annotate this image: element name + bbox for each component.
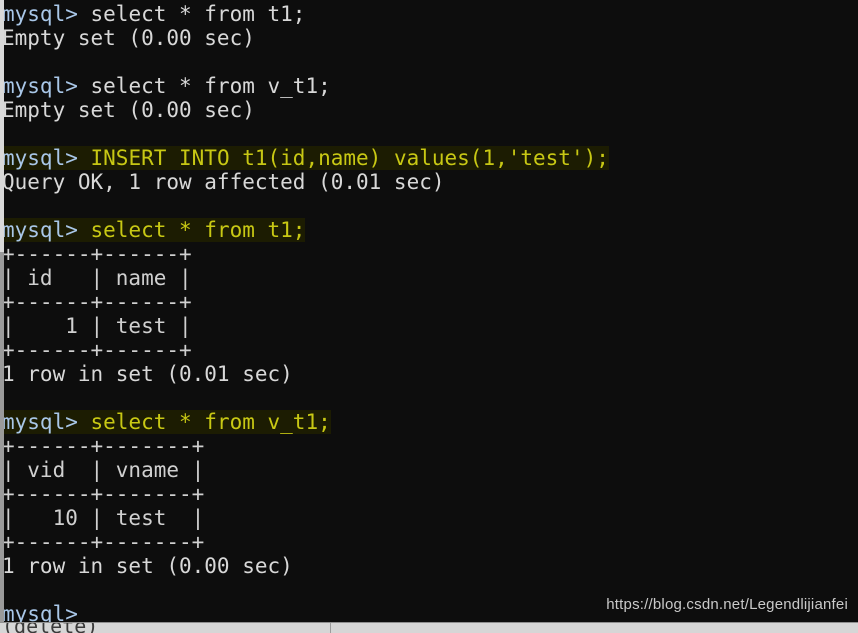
sql-command-text[interactable]: select * from v_t1; bbox=[90, 410, 331, 434]
result-table-line: +------+------+ bbox=[0, 290, 858, 314]
table-row-text: +------+-------+ bbox=[2, 482, 205, 506]
output-text: 1 row in set (0.01 sec) bbox=[2, 362, 293, 386]
result-table-line: +------+------+ bbox=[0, 338, 858, 362]
terminal-command-line: mysql> select * from v_t1; bbox=[0, 74, 858, 98]
terminal-output-line: 1 row in set (0.00 sec) bbox=[0, 554, 858, 578]
vertical-scrollbar[interactable] bbox=[0, 0, 4, 622]
shell-prompt: mysql> bbox=[2, 218, 91, 242]
result-table-line: | vid | vname | bbox=[0, 458, 858, 482]
sql-command-text[interactable]: select * from v_t1; bbox=[91, 74, 331, 98]
output-text: Empty set (0.00 sec) bbox=[2, 98, 255, 122]
bottom-status-bar[interactable]: (delete) bbox=[0, 622, 858, 633]
terminal-output-line: Empty set (0.00 sec) bbox=[0, 26, 858, 50]
output-text: Query OK, 1 row affected (0.01 sec) bbox=[2, 170, 445, 194]
result-table-line: | id | name | bbox=[0, 266, 858, 290]
terminal-output-line: Query OK, 1 row affected (0.01 sec) bbox=[0, 170, 858, 194]
terminal-command-line: mysql> select * from t1; bbox=[0, 2, 858, 26]
sql-command-text[interactable]: select * from t1; bbox=[90, 218, 306, 242]
table-row-text: +------+------+ bbox=[2, 242, 192, 266]
table-row-text: +------+-------+ bbox=[2, 434, 205, 458]
terminal-output-line: Empty set (0.00 sec) bbox=[0, 98, 858, 122]
scrollbar-thumb[interactable] bbox=[0, 0, 4, 252]
status-bar-divider bbox=[330, 623, 331, 633]
result-table-line: | 10 | test | bbox=[0, 506, 858, 530]
table-row-text: | 1 | test | bbox=[2, 314, 192, 338]
result-table-line: +------+-------+ bbox=[0, 530, 858, 554]
terminal-command-line: mysql> select * from v_t1; bbox=[0, 410, 858, 434]
shell-prompt: mysql> bbox=[2, 146, 91, 170]
table-row-text: | 10 | test | bbox=[2, 506, 205, 530]
shell-prompt: mysql> bbox=[2, 410, 91, 434]
table-row-text: +------+------+ bbox=[2, 338, 192, 362]
output-text: 1 row in set (0.00 sec) bbox=[2, 554, 293, 578]
terminal-window: mysql> select * from t1; Empty set (0.00 … bbox=[0, 0, 858, 633]
terminal-output-area[interactable]: mysql> select * from t1; Empty set (0.00 … bbox=[0, 0, 858, 626]
result-table-line: | 1 | test | bbox=[0, 314, 858, 338]
terminal-command-line: mysql> INSERT INTO t1(id,name) values(1,… bbox=[0, 146, 858, 170]
result-table-line: +------+-------+ bbox=[0, 482, 858, 506]
table-row-text: | vid | vname | bbox=[2, 458, 205, 482]
sql-command-text[interactable]: select * from t1; bbox=[91, 2, 306, 26]
watermark-url: https://blog.csdn.net/Legendlijianfei bbox=[606, 596, 848, 613]
table-row-text: +------+------+ bbox=[2, 290, 192, 314]
result-table-line: +------+------+ bbox=[0, 242, 858, 266]
sql-command-text[interactable]: INSERT INTO t1(id,name) values(1,'test')… bbox=[90, 146, 609, 170]
clipped-bottom-text: (delete) bbox=[2, 623, 98, 633]
terminal-command-line: mysql> select * from t1; bbox=[0, 218, 858, 242]
shell-prompt: mysql> bbox=[2, 74, 91, 98]
shell-prompt: mysql> bbox=[2, 2, 91, 26]
table-row-text: +------+-------+ bbox=[2, 530, 205, 554]
output-text: Empty set (0.00 sec) bbox=[2, 26, 255, 50]
table-row-text: | id | name | bbox=[2, 266, 192, 290]
result-table-line: +------+-------+ bbox=[0, 434, 858, 458]
terminal-output-line: 1 row in set (0.01 sec) bbox=[0, 362, 858, 386]
